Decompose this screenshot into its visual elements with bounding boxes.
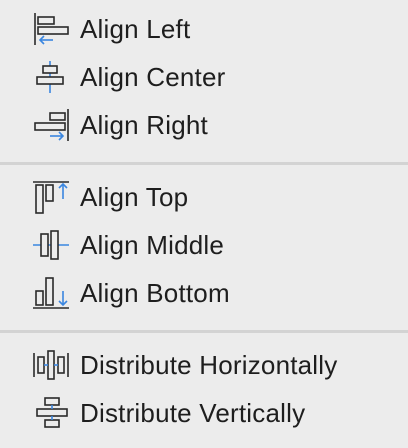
menu-item-distribute-horizontally[interactable]: Distribute Horizontally xyxy=(0,341,408,389)
align-center-icon xyxy=(31,59,73,95)
menu-item-label: Align Middle xyxy=(80,230,225,260)
menu-item-label: Align Bottom xyxy=(80,278,230,308)
menu-item-label: Align Center xyxy=(80,62,226,92)
alignment-menu: Align Left Align Center Align Right Alig… xyxy=(0,0,408,448)
menu-item-label: Distribute Vertically xyxy=(80,398,306,428)
align-right-icon xyxy=(31,107,73,143)
menu-item-distribute-vertically[interactable]: Distribute Vertically xyxy=(0,389,408,437)
menu-divider xyxy=(0,162,408,165)
menu-item-align-right[interactable]: Align Right xyxy=(0,101,408,149)
menu-item-label: Align Top xyxy=(80,182,189,212)
menu-item-align-middle[interactable]: Align Middle xyxy=(0,221,408,269)
menu-item-label: Align Right xyxy=(80,110,208,140)
menu-item-align-left[interactable]: Align Left xyxy=(0,5,408,53)
align-middle-icon xyxy=(31,227,73,263)
align-top-icon xyxy=(31,179,73,215)
menu-item-align-top[interactable]: Align Top xyxy=(0,173,408,221)
menu-item-label: Distribute Horizontally xyxy=(80,350,338,380)
distribute-horizontally-icon xyxy=(31,347,73,383)
menu-item-align-bottom[interactable]: Align Bottom xyxy=(0,269,408,317)
menu-divider xyxy=(0,330,408,333)
distribute-vertically-icon xyxy=(31,395,73,431)
align-bottom-icon xyxy=(31,275,73,311)
menu-item-align-center[interactable]: Align Center xyxy=(0,53,408,101)
align-left-icon xyxy=(31,11,73,47)
menu-item-label: Align Left xyxy=(80,14,191,44)
